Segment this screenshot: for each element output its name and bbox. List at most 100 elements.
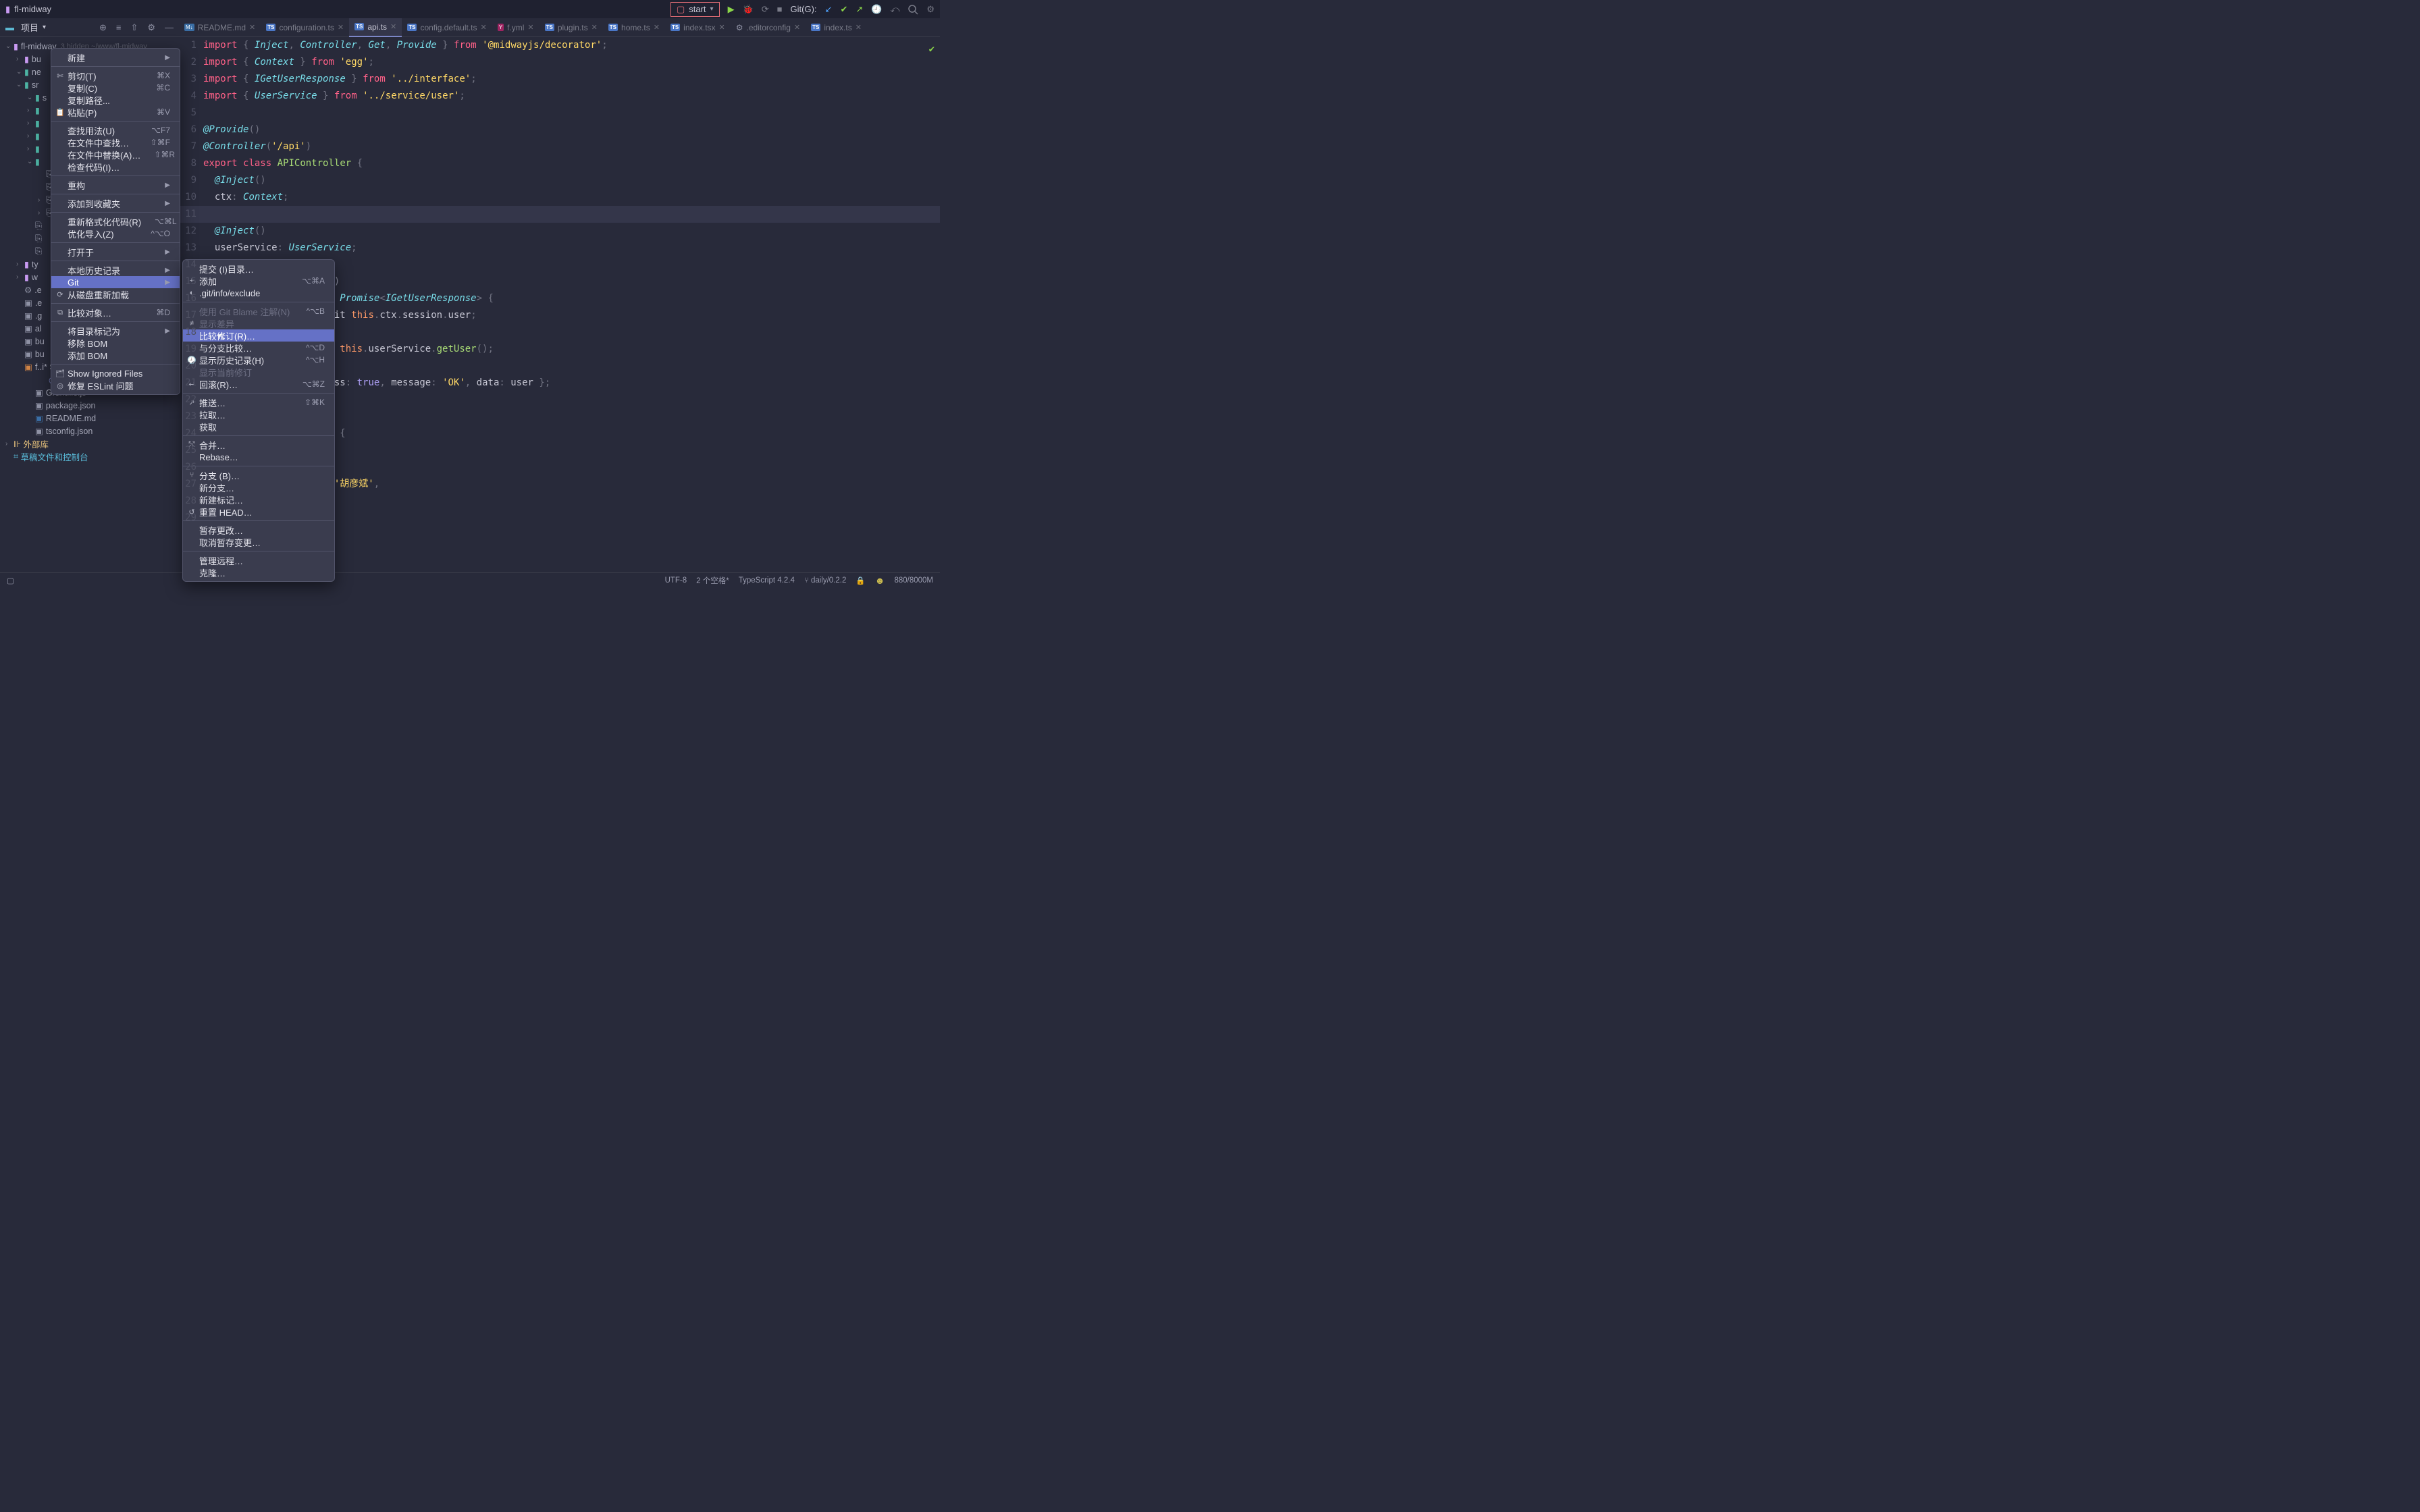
context-menu[interactable]: 新建▶ ✄剪切(T)⌘X复制(C)⌘C复制路径...📋粘贴(P)⌘V 查找用法(U)… <box>51 48 180 395</box>
menu-item[interactable]: 复制(C)⌘C <box>51 82 180 94</box>
menu-item-icon: 🗂 <box>55 369 65 378</box>
tool-window-toggle-icon[interactable]: ▢ <box>7 576 14 585</box>
menu-shortcut: ⌘V <box>143 107 170 117</box>
run-config-icon: ▢ <box>677 4 685 15</box>
menu-item[interactable]: 重构▶ <box>51 179 180 191</box>
tab-label: plugin.ts <box>558 23 588 32</box>
tab-label: index.tsx <box>683 23 715 32</box>
tree-file[interactable]: ▣README.md <box>0 412 179 425</box>
menu-item-label: 修复 ESLint 问题 <box>68 379 134 392</box>
tree-file[interactable]: ▣tsconfig.json <box>0 425 179 437</box>
menu-item[interactable]: 复制路径... <box>51 94 180 106</box>
yml-icon: Y <box>498 24 504 31</box>
menu-item[interactable]: ◎修复 ESLint 问题 <box>51 379 180 392</box>
tool-settings-icon[interactable]: ⚙ <box>147 22 155 33</box>
git-push-icon[interactable]: ↗ <box>856 4 863 15</box>
menu-item[interactable]: 📋粘贴(P)⌘V <box>51 106 180 118</box>
close-icon[interactable]: ✕ <box>591 23 598 32</box>
close-icon[interactable]: ✕ <box>856 23 862 32</box>
status-branch[interactable]: ⑂ daily/0.2.2 <box>804 576 847 585</box>
external-libraries[interactable]: ›⊪ 外部库 <box>0 437 179 450</box>
lock-icon[interactable]: 🔒 <box>856 576 865 585</box>
menu-item[interactable]: 优化导入(Z)^⌥O <box>51 227 180 240</box>
run-icon[interactable]: ▶ <box>728 4 735 15</box>
menu-item[interactable]: ⧉比较对象…⌘D <box>51 306 180 319</box>
tab-label: home.ts <box>621 23 650 32</box>
editor-tab[interactable]: M↓README.md✕ <box>179 18 261 37</box>
close-icon[interactable]: ✕ <box>719 23 725 32</box>
menu-item[interactable]: ⟳从磁盘重新加载 <box>51 288 180 300</box>
menu-item[interactable]: 打开于▶ <box>51 246 180 258</box>
menu-item-label: 剪切(T) <box>68 70 97 82</box>
menu-item-label: 将目录标记为 <box>68 325 120 338</box>
editor-tab[interactable]: TSconfig.default.ts✕ <box>402 18 492 37</box>
close-icon[interactable]: ✕ <box>390 22 396 31</box>
menu-item[interactable]: 重新格式化代码(R)⌥⌘L <box>51 215 180 227</box>
debug-icon[interactable]: 🐞 <box>743 4 754 15</box>
project-view-selector[interactable]: 项目 ▾ <box>21 21 46 34</box>
git-pull-icon[interactable]: ↙ <box>825 4 833 15</box>
menu-item[interactable]: 添加 BOM <box>51 349 180 361</box>
submenu-arrow-icon: ▶ <box>165 182 170 189</box>
select-open-file-icon[interactable]: ⊕ <box>99 22 107 33</box>
close-icon[interactable]: ✕ <box>249 23 255 32</box>
menu-item-icon: ✄ <box>55 72 65 80</box>
close-icon[interactable]: ✕ <box>527 23 533 32</box>
close-icon[interactable]: ✕ <box>654 23 660 32</box>
menu-item[interactable]: 🗂Show Ignored Files <box>51 367 180 379</box>
memory-indicator[interactable]: 880/8000M <box>894 576 933 585</box>
chevron-down-icon: ▾ <box>710 5 714 13</box>
tab-label: index.ts <box>824 23 851 32</box>
inspection-profile-icon[interactable]: ☻ <box>875 575 885 586</box>
menu-item[interactable]: 添加到收藏夹▶ <box>51 197 180 209</box>
submenu-arrow-icon: ▶ <box>165 279 170 286</box>
editor-tab[interactable]: TSindex.tsx✕ <box>665 18 731 37</box>
close-icon[interactable]: ✕ <box>794 23 800 32</box>
git-commit-icon[interactable]: ✔ <box>840 4 847 15</box>
scratch-label: 草稿文件和控制台 <box>21 450 88 463</box>
editor-tab[interactable]: ⚙.editorconfig✕ <box>731 18 806 37</box>
menu-item[interactable]: 在文件中替换(A)…⇧⌘R <box>51 148 180 161</box>
editor-tab[interactable]: TSconfiguration.ts✕ <box>261 18 349 37</box>
coverage-icon[interactable]: ⟳ <box>762 4 769 15</box>
menu-item[interactable]: 移除 BOM <box>51 337 180 349</box>
status-language[interactable]: TypeScript 4.2.4 <box>739 576 795 585</box>
close-icon[interactable]: ✕ <box>481 23 487 32</box>
editor-tab[interactable]: TShome.ts ✕ <box>603 18 665 37</box>
menu-item[interactable]: 将目录标记为▶ <box>51 325 180 337</box>
menu-item[interactable]: ✄剪切(T)⌘X <box>51 70 180 82</box>
menu-item[interactable]: 在文件中查找…⇧⌘F <box>51 136 180 148</box>
tree-file[interactable]: ▣package.json <box>0 399 179 412</box>
stop-icon[interactable]: ■ <box>777 4 783 14</box>
history-icon[interactable]: 🕘 <box>871 4 882 15</box>
editor-tab[interactable]: TSindex.ts✕ <box>806 18 867 37</box>
code-editor[interactable]: ✔ 12345678910111213141516171819202122232… <box>179 37 940 572</box>
editor-tab[interactable]: TSapi.ts✕ <box>349 18 402 37</box>
status-indent[interactable]: 2 个空格* <box>696 575 729 586</box>
ts-icon: TS <box>608 24 618 31</box>
menu-item[interactable]: Git▶ <box>51 276 180 288</box>
run-config-selector[interactable]: ▢ start ▾ <box>670 2 720 17</box>
settings-icon[interactable]: ⚙ <box>926 4 935 15</box>
search-icon[interactable] <box>908 3 918 15</box>
branch-name: daily/0.2.2 <box>811 576 846 585</box>
revert-icon[interactable]: ⤺ <box>890 4 899 15</box>
tree-file-label: tsconfig.json <box>46 427 93 436</box>
code-content[interactable]: import { Inject, Controller, Get, Provid… <box>203 37 940 572</box>
close-icon[interactable]: ✕ <box>338 23 344 32</box>
menu-item[interactable]: 查找用法(U)⌥F7 <box>51 124 180 136</box>
menu-shortcut: ^⌥O <box>137 229 170 238</box>
expand-all-icon[interactable]: ≡ <box>116 22 122 33</box>
gutter: 1234567891011121314151617181920212223242… <box>179 37 203 572</box>
git-menu-label[interactable]: Git(G): <box>791 4 817 14</box>
collapse-all-icon[interactable]: ⇧ <box>130 22 138 33</box>
menu-item[interactable]: 检查代码(I)… <box>51 161 180 173</box>
hide-tool-icon[interactable]: — <box>165 22 174 33</box>
menu-item[interactable]: 新建▶ <box>51 51 180 63</box>
scratches-consoles[interactable]: ⌗ 草稿文件和控制台 <box>0 450 179 463</box>
editor-tab[interactable]: Yf.yml✕ <box>492 18 540 37</box>
menu-item-label: 添加 BOM <box>68 349 107 362</box>
menu-item[interactable]: 本地历史记录▶ <box>51 264 180 276</box>
status-encoding[interactable]: UTF-8 <box>665 576 687 585</box>
editor-tab[interactable]: TSplugin.ts✕ <box>540 18 603 37</box>
